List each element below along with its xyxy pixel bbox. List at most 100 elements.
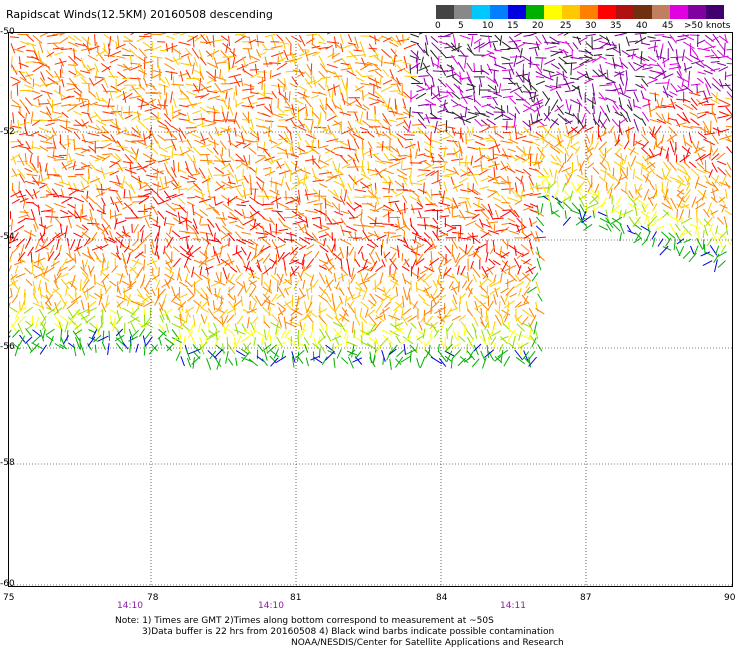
wind-barb xyxy=(165,323,170,333)
wind-barb xyxy=(522,168,532,177)
wind-barb xyxy=(450,358,453,369)
wind-barb xyxy=(164,176,167,187)
wind-barb xyxy=(109,58,119,64)
wind-barb xyxy=(520,244,530,252)
wind-barb xyxy=(655,133,658,147)
wind-barb xyxy=(474,141,486,146)
wind-barb xyxy=(474,99,482,106)
wind-barb xyxy=(697,47,710,52)
wind-barb xyxy=(384,301,392,308)
wind-barb xyxy=(151,239,155,249)
wind-barb xyxy=(157,181,159,195)
wind-barb xyxy=(345,225,358,232)
colorbar-label: 35 xyxy=(610,21,622,31)
wind-barb xyxy=(630,155,637,167)
wind-barb xyxy=(257,146,268,151)
wind-barb xyxy=(418,75,429,77)
wind-barb xyxy=(206,154,209,165)
wind-barb xyxy=(710,153,720,161)
wind-barb xyxy=(473,62,476,73)
wind-barb xyxy=(24,336,33,344)
wind-barb xyxy=(695,223,698,234)
colorbar-swatch xyxy=(508,5,526,19)
wind-barb xyxy=(514,349,523,361)
wind-barb xyxy=(297,43,305,53)
wind-barb xyxy=(206,147,214,154)
wind-barb xyxy=(416,273,427,282)
wind-barb xyxy=(100,62,111,71)
wind-barb xyxy=(431,193,442,196)
wind-barb xyxy=(151,132,158,144)
note-line: NOAA/NESDIS/Center for Satellite Applica… xyxy=(291,638,564,648)
wind-barb xyxy=(138,103,150,108)
wind-barb xyxy=(73,147,83,150)
wind-barb xyxy=(193,57,198,67)
wind-barb xyxy=(45,69,54,78)
wind-barb xyxy=(723,216,728,228)
wind-barb xyxy=(585,71,591,82)
wind-barb xyxy=(369,82,382,89)
wind-barb xyxy=(669,63,679,66)
wind-barb xyxy=(24,84,35,90)
wind-barb xyxy=(75,168,85,171)
wind-barb xyxy=(554,169,558,183)
wind-barb xyxy=(514,314,523,326)
wind-barb xyxy=(432,279,438,288)
wind-barb xyxy=(24,236,32,249)
wind-barb xyxy=(655,112,663,121)
wind-barb xyxy=(432,230,440,241)
wind-barb xyxy=(668,126,678,136)
wind-barb xyxy=(317,227,330,233)
wind-barb xyxy=(295,203,298,214)
wind-barb xyxy=(285,36,292,45)
wind-barb xyxy=(628,40,638,43)
wind-barb xyxy=(640,147,651,158)
wind-barb xyxy=(627,202,640,211)
wind-barb xyxy=(304,139,313,150)
wind-barb xyxy=(676,238,685,245)
wind-barb xyxy=(383,232,396,234)
wind-barb xyxy=(38,103,49,105)
wind-barb xyxy=(234,209,243,217)
wind-barb xyxy=(381,55,383,67)
wind-barb xyxy=(465,329,475,341)
wind-barb xyxy=(605,43,617,46)
wind-barb xyxy=(180,356,185,367)
wind-barb xyxy=(367,309,376,317)
wind-barb xyxy=(389,342,393,352)
wind-barb xyxy=(313,126,327,129)
wind-barb xyxy=(635,175,643,182)
wind-barb xyxy=(52,155,65,159)
wind-barb xyxy=(420,314,427,323)
wind-barb xyxy=(68,265,76,272)
wind-barb xyxy=(213,293,225,300)
wind-barb xyxy=(271,72,281,78)
wind-barb xyxy=(228,154,235,162)
wind-barb xyxy=(725,188,728,199)
wind-barb xyxy=(234,119,241,130)
wind-barb xyxy=(598,69,608,79)
wind-barb xyxy=(138,196,149,205)
wind-barb xyxy=(248,358,258,367)
wind-barb xyxy=(623,140,630,150)
wind-barb xyxy=(117,286,121,295)
wind-barb xyxy=(394,98,397,110)
wind-barb xyxy=(480,350,486,361)
wind-barb xyxy=(86,190,89,199)
wind-barb xyxy=(120,106,123,117)
wind-barb xyxy=(472,134,484,139)
wind-barb xyxy=(583,79,593,84)
wind-barb xyxy=(486,118,496,126)
wind-barb xyxy=(364,308,369,318)
wind-barb xyxy=(619,77,625,86)
wind-barb xyxy=(101,341,106,350)
wind-barb xyxy=(409,106,411,119)
wind-barb xyxy=(96,50,105,62)
lat-label: -58 xyxy=(0,458,15,468)
wind-barb xyxy=(676,209,678,219)
colorbar-label: 5 xyxy=(458,21,464,31)
wind-barb xyxy=(66,87,76,91)
wind-barb xyxy=(242,343,252,355)
wind-barb xyxy=(373,154,381,161)
wind-barb xyxy=(131,196,144,198)
